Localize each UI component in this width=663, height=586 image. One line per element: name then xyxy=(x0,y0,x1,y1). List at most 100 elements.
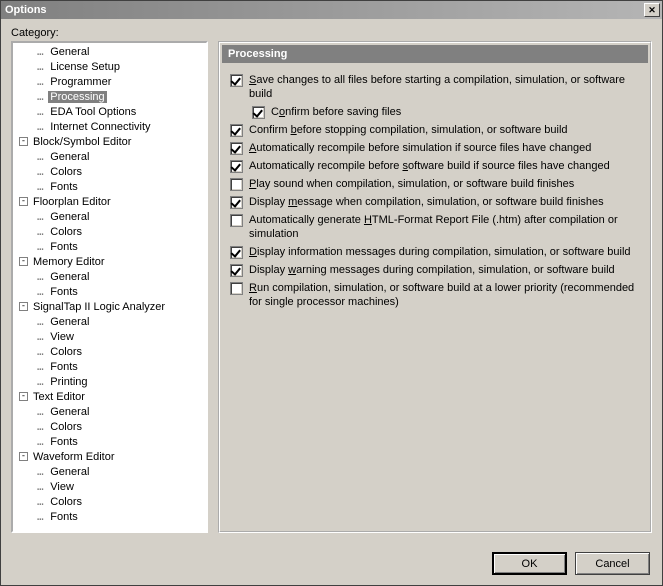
tree-expander-icon[interactable]: - xyxy=(19,137,28,146)
option-label: Save changes to all files before startin… xyxy=(249,73,640,101)
titlebar: Options ✕ xyxy=(1,1,662,19)
tree-item[interactable]: … Internet Connectivity xyxy=(13,119,206,134)
settings-panel: Processing Save changes to all files bef… xyxy=(218,41,652,533)
option-row: Automatically generate HTML-Format Repor… xyxy=(230,213,640,241)
tree-item[interactable]: -SignalTap II Logic Analyzer xyxy=(13,299,206,314)
tree-item-label: General xyxy=(48,151,91,163)
tree-item-label: General xyxy=(48,466,91,478)
tree-item[interactable]: -Waveform Editor xyxy=(13,449,206,464)
tree-connector xyxy=(13,405,37,418)
tree-item[interactable]: … Processing xyxy=(13,89,206,104)
tree-item-label: SignalTap II Logic Analyzer xyxy=(31,301,167,313)
tree-item[interactable]: … Fonts xyxy=(13,179,206,194)
tree-item[interactable]: … Printing xyxy=(13,374,206,389)
tree-connector xyxy=(13,45,37,58)
tree-item[interactable]: … General xyxy=(13,404,206,419)
tree-connector xyxy=(13,510,37,523)
cancel-button[interactable]: Cancel xyxy=(575,552,650,575)
close-button[interactable]: ✕ xyxy=(644,3,660,17)
checkbox[interactable] xyxy=(230,142,243,155)
tree-item[interactable]: … EDA Tool Options xyxy=(13,104,206,119)
tree-item-label: General xyxy=(48,271,91,283)
option-row: Automatically recompile before simulatio… xyxy=(230,141,640,155)
tree-item-label: Colors xyxy=(48,496,84,508)
checkbox[interactable] xyxy=(230,124,243,137)
tree-item-label: General xyxy=(48,316,91,328)
option-label: Confirm before stopping compilation, sim… xyxy=(249,123,568,137)
tree-expander-icon[interactable]: - xyxy=(19,197,28,206)
tree-item[interactable]: … Fonts xyxy=(13,509,206,524)
option-label: Run compilation, simulation, or software… xyxy=(249,281,640,309)
tree-item[interactable]: -Text Editor xyxy=(13,389,206,404)
tree-item[interactable]: … General xyxy=(13,314,206,329)
tree-item-label: Block/Symbol Editor xyxy=(31,136,133,148)
tree-expander-icon[interactable]: - xyxy=(19,302,28,311)
checkbox[interactable] xyxy=(252,106,265,119)
tree-connector xyxy=(13,315,37,328)
tree-connector xyxy=(13,420,37,433)
dialog-body: Category: … General … License Setup … Pr… xyxy=(1,19,662,585)
tree-item[interactable]: … Colors xyxy=(13,344,206,359)
checkbox[interactable] xyxy=(230,282,243,295)
tree-item[interactable]: … General xyxy=(13,269,206,284)
tree-item[interactable]: … Colors xyxy=(13,164,206,179)
section-title: Processing xyxy=(222,45,648,63)
tree-item-label: Fonts xyxy=(48,436,80,448)
option-label: Display information messages during comp… xyxy=(249,245,631,259)
option-row: Automatically recompile before software … xyxy=(230,159,640,173)
tree-connector xyxy=(13,360,37,373)
tree-item[interactable]: … View xyxy=(13,329,206,344)
tree-expander-icon[interactable]: - xyxy=(19,257,28,266)
tree-item-label: Internet Connectivity xyxy=(48,121,152,133)
tree-item-label: General xyxy=(48,406,91,418)
category-tree[interactable]: … General … License Setup … Programmer …… xyxy=(11,41,208,533)
tree-connector xyxy=(13,495,37,508)
category-label: Category: xyxy=(11,27,652,39)
tree-item[interactable]: -Memory Editor xyxy=(13,254,206,269)
options-list: Save changes to all files before startin… xyxy=(220,65,650,531)
tree-item[interactable]: … Programmer xyxy=(13,74,206,89)
tree-item-label: General xyxy=(48,211,91,223)
tree-connector xyxy=(13,345,37,358)
tree-item[interactable]: -Floorplan Editor xyxy=(13,194,206,209)
tree-expander-icon[interactable]: - xyxy=(19,452,28,461)
tree-item[interactable]: … Fonts xyxy=(13,359,206,374)
tree-connector xyxy=(13,435,37,448)
tree-item-label: Fonts xyxy=(48,241,80,253)
option-label: Confirm before saving files xyxy=(271,105,401,119)
tree-connector xyxy=(13,465,37,478)
option-label: Automatically recompile before simulatio… xyxy=(249,141,591,155)
tree-item-label: View xyxy=(48,331,76,343)
tree-item[interactable]: … Fonts xyxy=(13,284,206,299)
tree-item[interactable]: … General xyxy=(13,209,206,224)
tree-expander-icon[interactable]: - xyxy=(19,392,28,401)
option-row: Confirm before stopping compilation, sim… xyxy=(230,123,640,137)
checkbox[interactable] xyxy=(230,160,243,173)
checkbox[interactable] xyxy=(230,214,243,227)
tree-item-label: EDA Tool Options xyxy=(48,106,138,118)
tree-item-label: Floorplan Editor xyxy=(31,196,113,208)
tree-item[interactable]: … View xyxy=(13,479,206,494)
tree-item[interactable]: … Fonts xyxy=(13,434,206,449)
tree-connector xyxy=(13,240,37,253)
checkbox[interactable] xyxy=(230,196,243,209)
tree-item-label: Printing xyxy=(48,376,89,388)
tree-item-label: Colors xyxy=(48,166,84,178)
tree-item[interactable]: … General xyxy=(13,464,206,479)
tree-item[interactable]: … Colors xyxy=(13,494,206,509)
tree-item[interactable]: … General xyxy=(13,149,206,164)
tree-item[interactable]: … Colors xyxy=(13,419,206,434)
tree-item[interactable]: … General xyxy=(13,44,206,59)
tree-item-label: View xyxy=(48,481,76,493)
checkbox[interactable] xyxy=(230,74,243,87)
checkbox[interactable] xyxy=(230,246,243,259)
checkbox[interactable] xyxy=(230,178,243,191)
tree-item[interactable]: … License Setup xyxy=(13,59,206,74)
tree-item[interactable]: … Colors xyxy=(13,224,206,239)
ok-button[interactable]: OK xyxy=(492,552,567,575)
checkbox[interactable] xyxy=(230,264,243,277)
option-label: Display warning messages during compilat… xyxy=(249,263,615,277)
tree-item[interactable]: … Fonts xyxy=(13,239,206,254)
tree-item[interactable]: -Block/Symbol Editor xyxy=(13,134,206,149)
tree-item-label: Fonts xyxy=(48,181,80,193)
